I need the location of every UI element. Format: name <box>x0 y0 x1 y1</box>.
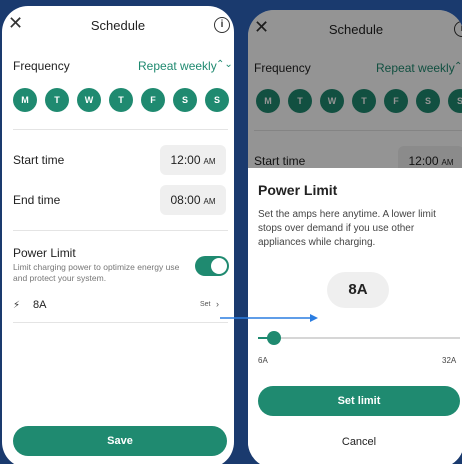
arrow-right-icon <box>220 314 318 322</box>
